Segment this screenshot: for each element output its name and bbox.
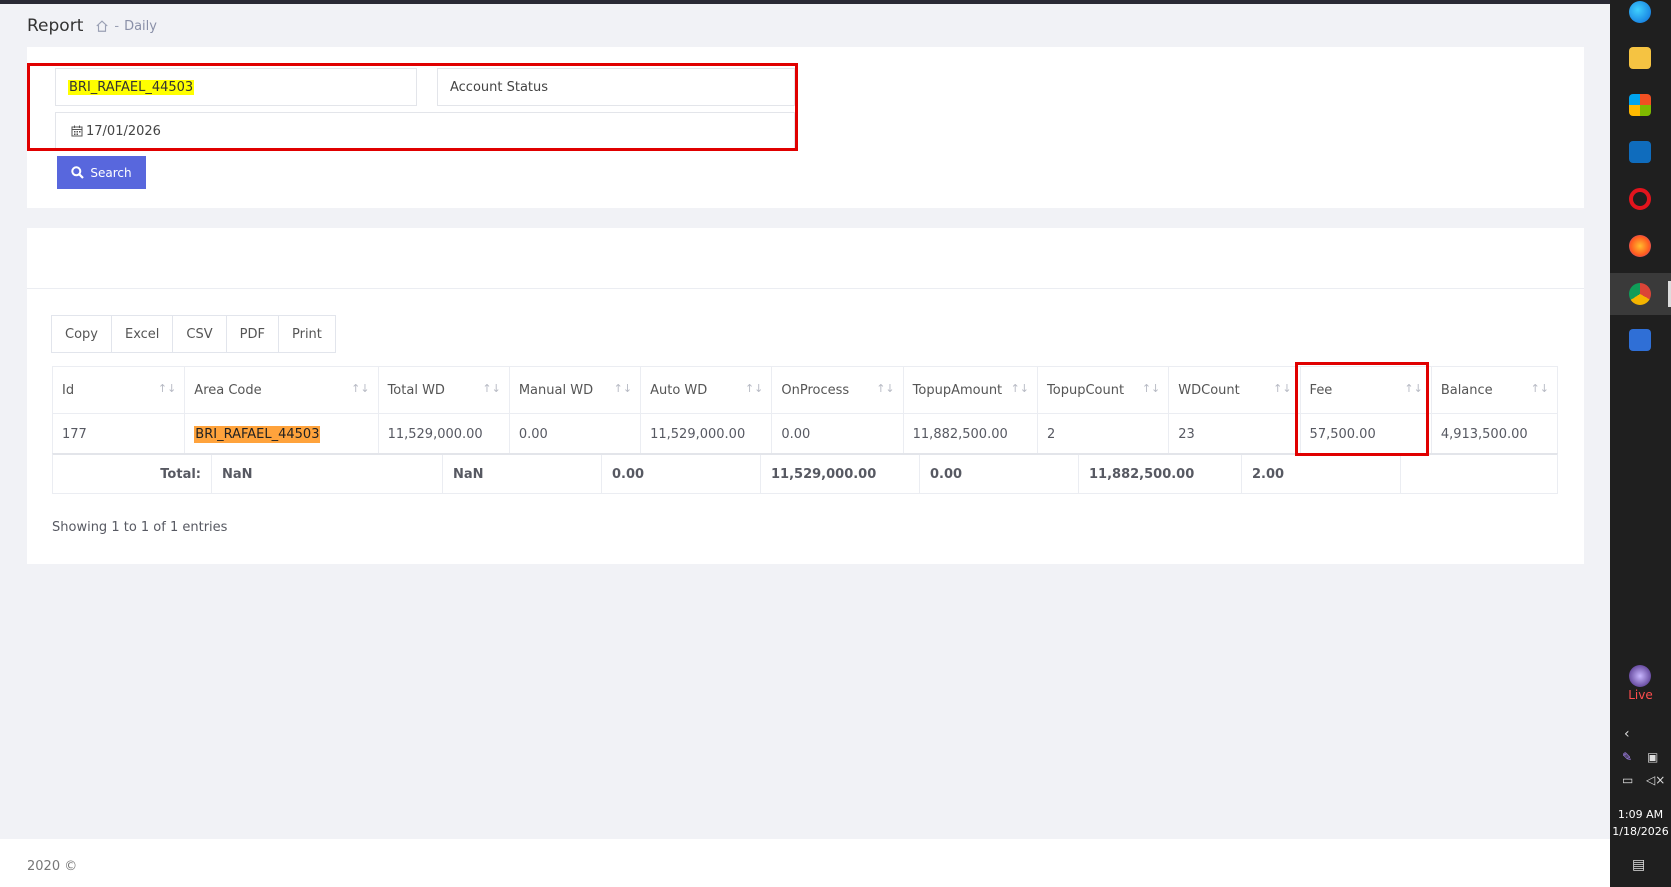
cell-topup-count: 2	[1037, 413, 1170, 455]
copy-button[interactable]: Copy	[51, 315, 112, 353]
totals-row: Total: NaN NaN 0.00 11,529,000.00 0.00 1…	[52, 453, 1558, 494]
cell-area-code: BRI_RAFAEL_44503	[184, 413, 379, 455]
clock-time[interactable]: 1:09 AM	[1610, 808, 1671, 821]
breadcrumb-daily[interactable]: Daily	[124, 19, 157, 34]
sort-icon: ↑↓	[1010, 382, 1030, 395]
outlook-icon[interactable]	[1629, 141, 1651, 163]
totals-label: Total:	[160, 467, 201, 482]
meet-icon[interactable]: ▣	[1647, 750, 1658, 764]
total-cell: NaN	[211, 455, 442, 494]
live-widget-icon[interactable]	[1629, 665, 1651, 687]
pen-icon[interactable]: ✎	[1622, 750, 1632, 764]
edge-icon[interactable]	[1629, 1, 1651, 23]
total-cell	[1400, 455, 1557, 494]
sort-icon: ↑↓	[482, 382, 501, 395]
col-balance[interactable]: Balance ↑↓	[1430, 366, 1559, 414]
col-area-code[interactable]: Area Code ↑↓	[184, 366, 379, 414]
page-title: Report	[27, 16, 84, 36]
sort-icon: ↑↓	[1530, 382, 1549, 395]
chrome-icon[interactable]	[1629, 283, 1651, 305]
file-explorer-icon[interactable]	[1629, 47, 1651, 69]
cell-total-wd: 11,529,000.00	[377, 413, 510, 455]
cell-auto-wd: 11,529,000.00	[640, 413, 773, 455]
excel-button[interactable]: Excel	[110, 315, 174, 353]
breadcrumb-separator: -	[114, 18, 120, 34]
notification-icon[interactable]: ▤	[1632, 857, 1645, 873]
cell-balance: 4,913,500.00	[1430, 413, 1559, 455]
taskbar: Live ‹ ✎ ▣ ▭ ◁× 1:09 AM 1/18/2026 ▤	[1610, 0, 1671, 887]
col-topup-count[interactable]: TopupCount ↑↓	[1037, 366, 1170, 414]
col-topup-amount[interactable]: TopupAmount ↑↓	[902, 366, 1039, 414]
clock-date[interactable]: 1/18/2026	[1610, 825, 1671, 838]
fee-highlight-box	[1295, 362, 1429, 456]
col-onprocess[interactable]: OnProcess ↑↓	[771, 366, 904, 414]
sort-icon: ↑↓	[744, 382, 764, 395]
calculator-icon[interactable]	[1629, 329, 1651, 351]
card-divider	[27, 288, 1584, 289]
pdf-button[interactable]: PDF	[225, 315, 279, 353]
csv-button[interactable]: CSV	[172, 315, 227, 353]
sort-icon: ↑↓	[613, 382, 633, 395]
store-icon[interactable]	[1629, 94, 1651, 116]
sort-icon: ↑↓	[1141, 382, 1161, 395]
search-label: Search	[90, 165, 132, 180]
search-icon	[71, 166, 85, 179]
total-cell: NaN	[442, 455, 601, 494]
home-icon[interactable]	[95, 19, 109, 33]
cell-manual-wd: 0.00	[508, 413, 642, 455]
print-button[interactable]: Print	[277, 315, 336, 353]
breadcrumb: Report - Daily	[27, 14, 157, 38]
sort-icon: ↑↓	[351, 382, 370, 395]
cell-wdcount: 23	[1168, 413, 1301, 455]
sort-icon: ↑↓	[1273, 382, 1292, 395]
col-total-wd[interactable]: Total WD ↑↓	[377, 366, 510, 414]
export-button-group: Copy Excel CSV PDF Print	[51, 315, 336, 353]
col-wdcount[interactable]: WDCount ↑↓	[1168, 366, 1301, 414]
network-icon[interactable]: ▭	[1622, 773, 1633, 787]
search-button[interactable]: Search	[57, 156, 146, 189]
sort-asc-icon: ↑↓	[157, 382, 177, 395]
col-manual-wd[interactable]: Manual WD ↑↓	[508, 366, 642, 414]
total-cell: 11,529,000.00	[760, 455, 919, 494]
cell-id: 177	[51, 413, 186, 455]
col-id[interactable]: Id ↑↓	[51, 366, 186, 414]
total-cell: 2.00	[1241, 455, 1400, 494]
sort-icon: ↑↓	[876, 382, 895, 395]
total-cell: 0.00	[919, 455, 1078, 494]
table-info: Showing 1 to 1 of 1 entries	[52, 520, 228, 535]
cell-onprocess: 0.00	[771, 413, 904, 455]
opera-icon[interactable]	[1629, 188, 1651, 210]
filter-highlight-box	[27, 63, 798, 151]
volume-muted-icon[interactable]: ◁×	[1646, 773, 1665, 787]
live-label: Live	[1628, 688, 1653, 702]
chevron-left-icon[interactable]: ‹	[1624, 726, 1630, 742]
firefox-icon[interactable]	[1629, 235, 1651, 257]
cell-topup-amount: 11,882,500.00	[902, 413, 1039, 455]
footer-copyright: 2020 ©	[27, 859, 78, 874]
total-cell: 11,882,500.00	[1078, 455, 1241, 494]
footer: 2020 ©	[0, 839, 1610, 887]
col-auto-wd[interactable]: Auto WD ↑↓	[640, 366, 773, 414]
total-cell: 0.00	[601, 455, 760, 494]
